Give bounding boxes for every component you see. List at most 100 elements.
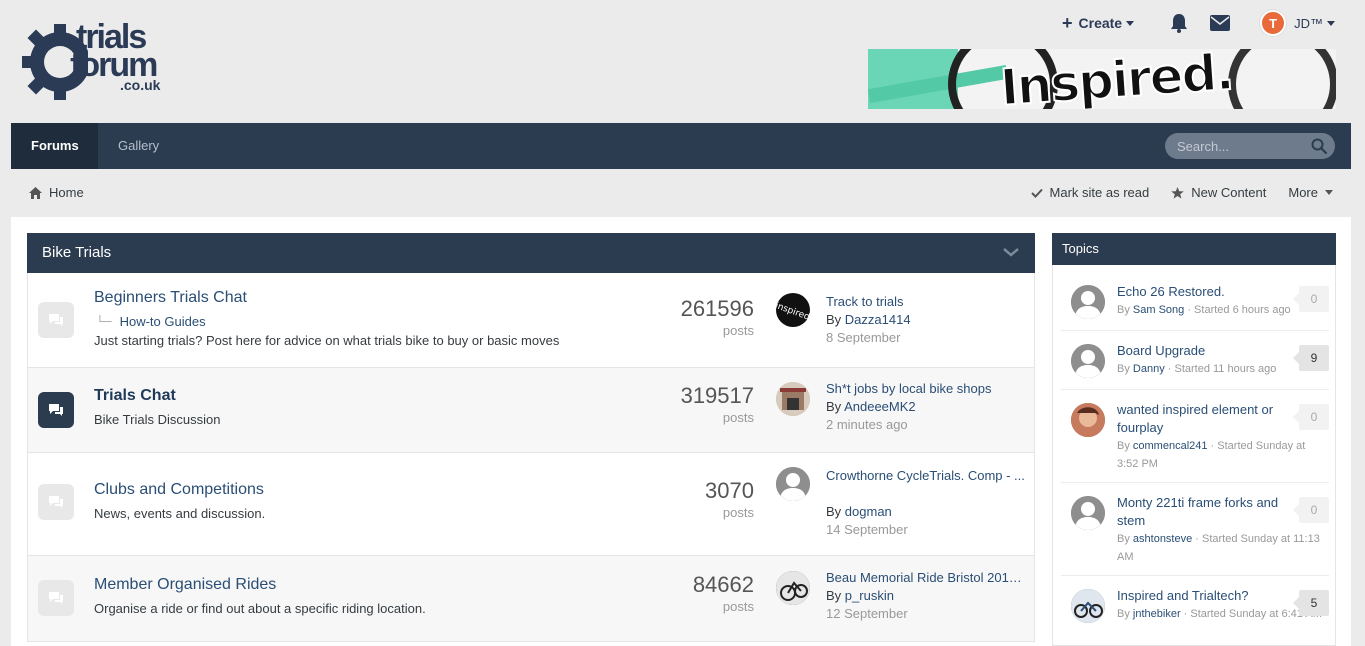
topic-author-link[interactable]: ashtonsteve [1133, 533, 1192, 545]
advert-banner[interactable]: Inspired. [868, 49, 1336, 109]
forum-row: Member Organised Rides Organise a ride o… [27, 556, 1035, 642]
logo-wordmark: trials forum .co.uk [70, 18, 161, 93]
last-poster-link[interactable]: Dazza1414 [845, 312, 911, 327]
post-count-label: posts [722, 323, 754, 338]
forum-read-icon [38, 484, 74, 520]
forum-description: Organise a ride or find out about a spec… [94, 601, 426, 616]
topic-author-avatar[interactable] [1071, 496, 1105, 530]
last-topic-link[interactable]: Crowthorne CycleTrials. Comp - ... [826, 467, 1026, 485]
collapse-chevron-icon[interactable] [1003, 246, 1019, 258]
post-count: 3070 [705, 478, 754, 503]
topic-item: Board Upgrade By Danny · Started 11 hour… [1061, 336, 1329, 390]
topic-title-link[interactable]: Monty 221ti frame forks and stem [1117, 494, 1297, 530]
last-poster-link[interactable]: AndeeeMK2 [844, 399, 916, 414]
forum-read-icon [38, 580, 74, 616]
last-poster: By Dazza1414 [826, 312, 911, 327]
last-poster-avatar[interactable] [776, 467, 810, 501]
last-poster-avatar[interactable]: inspired [776, 293, 810, 327]
new-content-link[interactable]: New Content [1171, 185, 1266, 200]
last-poster-link[interactable]: dogman [845, 504, 892, 519]
breadcrumb-bar: Home Mark site as read New Content More [11, 169, 1351, 217]
category-bike-trials: Bike Trials Beginners Trials Chat └─ How… [27, 233, 1035, 646]
topic-author-link[interactable]: jnthebiker [1133, 608, 1181, 620]
user-menu-button[interactable]: T JD™ [1260, 10, 1335, 36]
topic-author-avatar[interactable] [1071, 285, 1105, 319]
plus-icon: + [1062, 12, 1073, 33]
forum-description: News, events and discussion. [94, 506, 266, 521]
caret-down-icon [1327, 20, 1335, 26]
create-menu-button[interactable]: + Create [1062, 12, 1135, 34]
topic-title-link[interactable]: Echo 26 Restored. [1117, 283, 1297, 301]
post-count-label: posts [722, 505, 754, 520]
topic-item: wanted inspired element or fourplay By c… [1061, 395, 1329, 483]
topic-author-link[interactable]: Danny [1133, 363, 1165, 375]
forum-description: Bike Trials Discussion [94, 412, 221, 427]
forum-unread-icon [38, 392, 74, 428]
tab-forums[interactable]: Forums [11, 123, 98, 169]
search-box [1165, 133, 1335, 159]
last-poster-avatar[interactable] [776, 571, 810, 605]
forum-title-link[interactable]: Beginners Trials Chat [94, 289, 247, 307]
topic-title-link[interactable]: Inspired and Trialtech? [1117, 587, 1297, 605]
site-logo[interactable]: trials forum .co.uk [18, 12, 160, 104]
last-post-date: 2 minutes ago [826, 417, 908, 432]
topics-widget: Topics Echo 26 Restored. By Sam Song · S… [1052, 233, 1336, 646]
search-input[interactable] [1165, 133, 1305, 159]
user-bar: + Create T JD™ [1062, 10, 1335, 36]
reply-count-badge: 9 [1293, 345, 1329, 371]
tab-gallery[interactable]: Gallery [98, 123, 179, 169]
notifications-bell-icon[interactable] [1170, 13, 1188, 33]
mark-site-read-link[interactable]: Mark site as read [1030, 185, 1149, 200]
subforum-link[interactable]: └─ How-to Guides [96, 314, 206, 329]
check-icon [1030, 188, 1043, 198]
main-nav: Forums Gallery [11, 123, 1351, 169]
last-post-date: 12 September [826, 606, 908, 621]
topic-item: Monty 221ti frame forks and stem By asht… [1061, 488, 1329, 576]
home-icon [29, 186, 42, 199]
post-count: 261596 [680, 296, 754, 321]
topic-author-avatar[interactable] [1071, 403, 1105, 437]
reply-count-badge: 0 [1293, 404, 1329, 430]
forum-title-link[interactable]: Trials Chat [94, 387, 176, 405]
star-icon [1171, 186, 1185, 199]
topic-author-avatar[interactable] [1071, 589, 1105, 623]
post-count: 319517 [680, 383, 754, 408]
reply-count-badge: 5 [1293, 590, 1329, 616]
last-post-date: 8 September [826, 330, 901, 345]
last-poster-link[interactable]: p_ruskin [845, 588, 894, 603]
last-topic-link[interactable]: Track to trials [826, 294, 1026, 309]
topic-author-avatar[interactable] [1071, 344, 1105, 378]
topic-author-link[interactable]: commencal241 [1133, 440, 1208, 452]
more-menu-button[interactable]: More [1288, 185, 1333, 200]
breadcrumb-home[interactable]: Home [29, 185, 84, 200]
caret-down-icon [1126, 20, 1135, 26]
last-topic-link[interactable]: Sh*t jobs by local bike shops [826, 381, 1026, 396]
last-poster-avatar[interactable] [776, 382, 810, 416]
forum-row: Clubs and Competitions News, events and … [27, 453, 1035, 556]
last-poster: By p_ruskin [826, 588, 894, 603]
forum-row: Trials Chat Bike Trials Discussion 31951… [27, 368, 1035, 453]
last-poster: By AndeeeMK2 [826, 399, 916, 414]
topic-title-link[interactable]: wanted inspired element or fourplay [1117, 401, 1297, 437]
forum-title-link[interactable]: Clubs and Competitions [94, 481, 264, 499]
post-count: 84662 [692, 572, 754, 597]
user-avatar: T [1260, 10, 1287, 36]
messages-envelope-icon[interactable] [1210, 15, 1231, 31]
last-post-date: 14 September [826, 522, 908, 537]
topic-item: Inspired and Trialtech? By jnthebiker · … [1061, 581, 1329, 646]
forum-description: Just starting trials? Post here for advi… [94, 333, 560, 348]
forum-title-link[interactable]: Member Organised Rides [94, 576, 276, 594]
topic-title-link[interactable]: Board Upgrade [1117, 342, 1297, 360]
last-poster: By dogman [826, 504, 892, 519]
category-header: Bike Trials [27, 233, 1035, 273]
topic-author-link[interactable]: Sam Song [1133, 304, 1184, 316]
topic-meta: By ashtonsteve · Started Sunday at 11:13… [1117, 533, 1320, 563]
search-icon[interactable] [1311, 138, 1327, 154]
subforum-arrow-icon: └─ [96, 315, 112, 328]
forum-read-icon [38, 302, 74, 338]
caret-down-icon [1325, 190, 1333, 195]
topic-item: Echo 26 Restored. By Sam Song · Started … [1061, 277, 1329, 331]
post-count-label: posts [722, 410, 754, 425]
main-content: Bike Trials Beginners Trials Chat └─ How… [11, 217, 1351, 646]
last-topic-link[interactable]: Beau Memorial Ride Bristol 201… [826, 570, 1026, 585]
